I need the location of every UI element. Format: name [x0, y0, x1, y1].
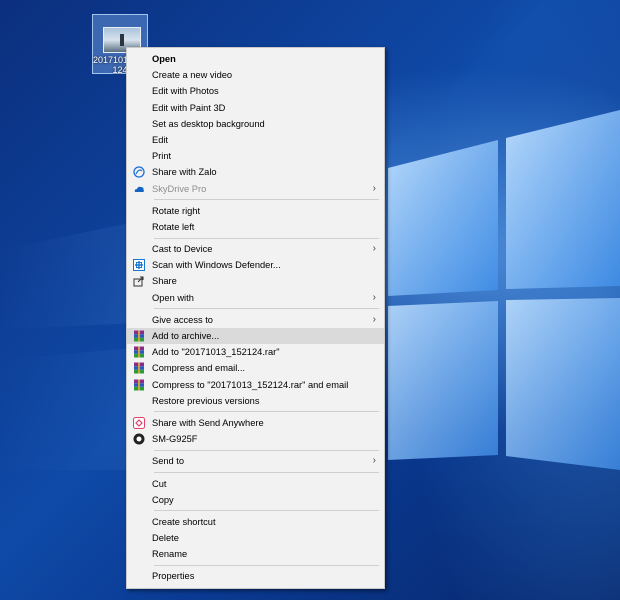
menu-item-label: Compress and email...: [152, 363, 246, 374]
winrar-icon: [133, 362, 145, 374]
send-anywhere-icon: [133, 416, 145, 429]
menu-item-copy[interactable]: Copy: [127, 492, 384, 508]
menu-item-edit-with-photos[interactable]: Edit with Photos: [127, 83, 384, 99]
menu-item-scan-with-windows-defender[interactable]: Scan with Windows Defender...: [127, 257, 384, 273]
menu-item-sm-g925f[interactable]: SM-G925F: [127, 431, 384, 447]
menu-item-rename[interactable]: Rename: [127, 546, 384, 562]
menu-item-create-shortcut[interactable]: Create shortcut: [127, 514, 384, 530]
menu-item-label: SkyDrive Pro: [152, 183, 207, 194]
menu-item-open[interactable]: Open: [127, 51, 384, 67]
menu-item-create-a-new-video[interactable]: Create a new video: [127, 67, 384, 83]
menu-item-edit[interactable]: Edit: [127, 132, 384, 148]
menu-item-label: Copy: [152, 494, 174, 505]
menu-item-label: Give access to: [152, 314, 213, 325]
menu-item-label: Delete: [152, 533, 179, 544]
menu-item-give-access-to[interactable]: Give access to ›: [127, 312, 384, 328]
menu-item-print[interactable]: Print: [127, 148, 384, 164]
menu-item-label: Send to: [152, 456, 185, 467]
menu-item-send-to[interactable]: Send to ›: [127, 453, 384, 469]
menu-separator: [154, 449, 379, 451]
menu-item-label: Create shortcut: [152, 516, 216, 527]
menu-item-rotate-left[interactable]: Rotate left: [127, 219, 384, 235]
menu-item-compress-to-20171013-152124-rar-and-email[interactable]: Compress to "20171013_152124.rar" and em…: [127, 377, 384, 393]
menu-separator: [154, 237, 379, 239]
menu-item-share[interactable]: Share: [127, 273, 384, 289]
chevron-right-icon: ›: [372, 313, 376, 325]
menu-item-edit-with-paint-3d[interactable]: Edit with Paint 3D: [127, 100, 384, 116]
menu-item-label: Restore previous versions: [152, 395, 260, 406]
menu-item-set-as-desktop-background[interactable]: Set as desktop background: [127, 116, 384, 132]
winrar-icon: [133, 346, 145, 358]
menu-item-label: Add to archive...: [152, 331, 220, 341]
phone-device-icon: [133, 433, 145, 445]
menu-separator: [154, 564, 379, 566]
menu-item-label: SM-G925F: [152, 434, 198, 445]
menu-item-add-to-20171013-152124-rar[interactable]: Add to "20171013_152124.rar": [127, 344, 384, 360]
winrar-icon: [133, 330, 145, 342]
menu-item-label: Rename: [152, 549, 188, 560]
menu-item-label: Properties: [152, 571, 195, 582]
menu-item-label: Print: [152, 151, 172, 162]
menu-item-label: Rotate right: [152, 205, 201, 216]
menu-item-skydrive-pro[interactable]: SkyDrive Pro ›: [127, 181, 384, 197]
menu-separator: [154, 199, 379, 201]
chevron-right-icon: ›: [372, 455, 376, 467]
menu-item-rotate-right[interactable]: Rotate right: [127, 203, 384, 219]
chevron-right-icon: ›: [372, 291, 376, 303]
menu-item-label: Open: [152, 54, 176, 64]
share-icon: [133, 275, 145, 287]
chevron-right-icon: ›: [372, 182, 376, 194]
menu-item-label: Edit with Photos: [152, 86, 219, 97]
menu-item-label: Add to "20171013_152124.rar": [152, 347, 280, 358]
menu-item-compress-and-email[interactable]: Compress and email...: [127, 360, 384, 376]
menu-item-open-with[interactable]: Open with ›: [127, 290, 384, 306]
menu-item-label: Cut: [152, 478, 167, 489]
menu-item-restore-previous-versions[interactable]: Restore previous versions: [127, 393, 384, 409]
menu-item-add-to-archive[interactable]: Add to archive...: [127, 328, 384, 345]
chevron-right-icon: ›: [372, 243, 376, 255]
menu-item-label: Share with Zalo: [152, 167, 217, 178]
context-menu: Open Create a new video Edit with Photos Ed…: [126, 47, 385, 589]
menu-item-cast-to-device[interactable]: Cast to Device ›: [127, 241, 384, 257]
menu-item-delete[interactable]: Delete: [127, 530, 384, 546]
menu-item-label: Edit with Paint 3D: [152, 102, 226, 113]
menu-item-share-with-zalo[interactable]: Share with Zalo: [127, 164, 384, 180]
menu-item-label: Open with: [152, 292, 194, 303]
menu-item-cut[interactable]: Cut: [127, 476, 384, 492]
menu-separator: [154, 308, 379, 310]
menu-separator: [154, 472, 379, 473]
menu-item-label: Rotate left: [152, 221, 195, 232]
menu-item-label: Set as desktop background: [152, 118, 265, 129]
menu-item-label: Create a new video: [152, 70, 233, 81]
menu-item-label: Compress to "20171013_152124.rar" and em…: [152, 379, 349, 390]
menu-separator: [154, 510, 379, 512]
winrar-icon: [133, 379, 145, 391]
menu-item-label: Share: [152, 276, 177, 287]
windows-defender-icon: [133, 259, 145, 272]
menu-item-share-with-send-anywhere[interactable]: Share with Send Anywhere: [127, 415, 384, 431]
skydrive-cloud-icon: [133, 183, 145, 195]
menu-item-label: Scan with Windows Defender...: [152, 260, 281, 271]
menu-item-label: Cast to Device: [152, 244, 213, 255]
menu-item-properties[interactable]: Properties: [127, 568, 384, 584]
menu-separator: [154, 411, 379, 413]
menu-item-label: Edit: [152, 134, 169, 145]
zalo-icon: [133, 166, 145, 178]
menu-item-label: Share with Send Anywhere: [152, 417, 264, 428]
